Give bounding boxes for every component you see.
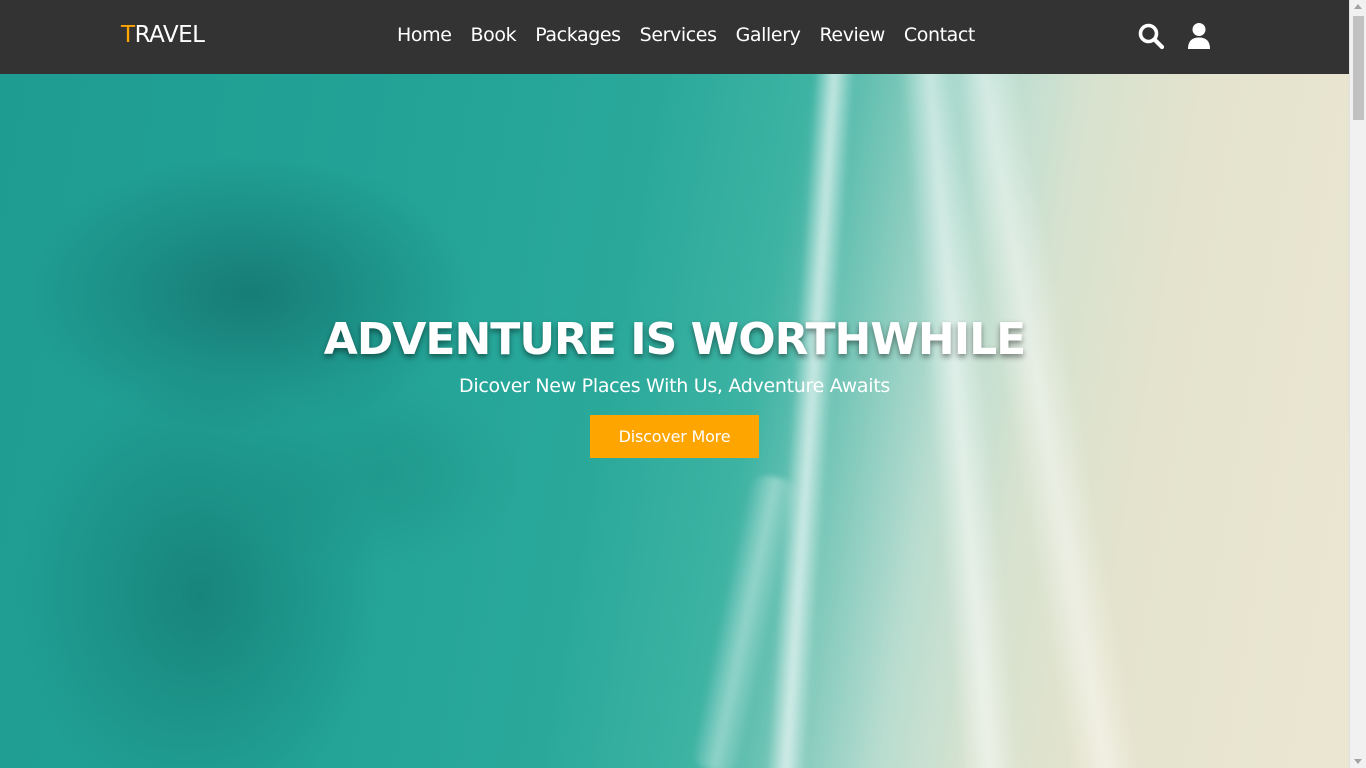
nav-links: Home Book Packages Services Gallery Revi…	[397, 24, 975, 46]
scrollbar-thumb[interactable]	[1353, 16, 1364, 120]
logo-accent-letter: T	[121, 22, 135, 48]
nav-link-review[interactable]: Review	[819, 24, 885, 46]
navbar: TRAVEL Home Book Packages Services Galle…	[0, 0, 1349, 74]
scrollbar[interactable]	[1349, 0, 1366, 768]
scroll-up-arrow-icon[interactable]	[1354, 4, 1362, 9]
user-icon[interactable]	[1185, 22, 1213, 50]
nav-link-services[interactable]: Services	[640, 24, 717, 46]
nav-link-contact[interactable]: Contact	[904, 24, 976, 46]
hero-content: ADVENTURE IS WORTHWHILE Dicover New Plac…	[0, 314, 1349, 458]
nav-icons	[1137, 22, 1213, 50]
logo-text: RAVEL	[134, 22, 205, 48]
hero-title: ADVENTURE IS WORTHWHILE	[323, 314, 1026, 365]
hero-section: ADVENTURE IS WORTHWHILE Dicover New Plac…	[0, 74, 1349, 768]
logo[interactable]: TRAVEL	[121, 22, 205, 48]
hero-subtitle: Dicover New Places With Us, Adventure Aw…	[459, 375, 890, 397]
nav-link-home[interactable]: Home	[397, 24, 452, 46]
nav-link-gallery[interactable]: Gallery	[736, 24, 801, 46]
search-icon[interactable]	[1137, 22, 1165, 50]
nav-link-packages[interactable]: Packages	[535, 24, 621, 46]
discover-more-button[interactable]: Discover More	[590, 415, 759, 458]
nav-link-book[interactable]: Book	[471, 24, 517, 46]
scroll-down-arrow-icon[interactable]	[1354, 759, 1362, 764]
